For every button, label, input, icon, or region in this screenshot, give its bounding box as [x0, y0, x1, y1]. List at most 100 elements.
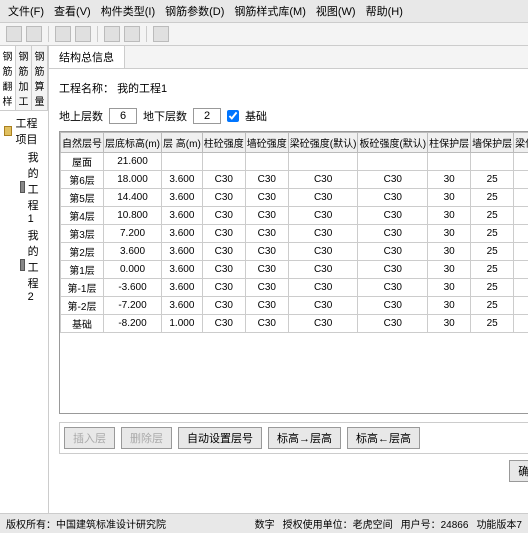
table-cell[interactable]: 30: [428, 189, 471, 207]
height-to-elev-button[interactable]: 标高←层高: [347, 427, 420, 449]
table-row[interactable]: 基础-8.2001.000C30C30C30C3030252515: [61, 315, 528, 333]
table-cell[interactable]: 25: [471, 297, 514, 315]
table-cell[interactable]: 25: [471, 225, 514, 243]
tree-item-project1[interactable]: 我的工程1: [4, 149, 44, 225]
table-cell[interactable]: C30: [202, 171, 245, 189]
table-cell[interactable]: 25: [471, 189, 514, 207]
delete-floor-button[interactable]: 删除层: [121, 427, 172, 449]
table-row[interactable]: 第4层10.8003.600C30C30C30C3030252515: [61, 207, 528, 225]
table-cell[interactable]: 25: [514, 297, 528, 315]
table-cell[interactable]: 3.600: [162, 171, 203, 189]
table-cell[interactable]: 18.000: [104, 171, 162, 189]
menu-viewport[interactable]: 视图(W): [312, 2, 360, 20]
foundation-checkbox[interactable]: [227, 110, 239, 122]
table-cell[interactable]: 30: [428, 207, 471, 225]
table-cell[interactable]: 第-2层: [61, 297, 104, 315]
table-row[interactable]: 第5层14.4003.600C30C30C30C3030252515: [61, 189, 528, 207]
table-cell[interactable]: 30: [428, 279, 471, 297]
table-cell[interactable]: C30: [288, 261, 358, 279]
table-cell[interactable]: 25: [471, 207, 514, 225]
table-cell[interactable]: 25: [514, 279, 528, 297]
table-cell[interactable]: C30: [202, 297, 245, 315]
table-cell[interactable]: -3.600: [104, 279, 162, 297]
floor-table[interactable]: 自然层号层底标高(m)层 高(m)柱砼强度墙砼强度梁砼强度(默认)板砼强度(默认…: [60, 132, 528, 333]
table-cell[interactable]: C30: [288, 315, 358, 333]
table-cell[interactable]: [162, 153, 203, 171]
table-cell[interactable]: 25: [514, 207, 528, 225]
table-cell[interactable]: C30: [288, 189, 358, 207]
above-floors-input[interactable]: [109, 108, 137, 124]
table-cell[interactable]: [288, 153, 358, 171]
table-cell[interactable]: 25: [514, 171, 528, 189]
table-cell[interactable]: C30: [288, 297, 358, 315]
table-cell[interactable]: -7.200: [104, 297, 162, 315]
table-cell[interactable]: [202, 153, 245, 171]
table-cell[interactable]: 第2层: [61, 243, 104, 261]
table-cell[interactable]: C30: [288, 207, 358, 225]
table-cell[interactable]: 7.200: [104, 225, 162, 243]
menu-component[interactable]: 构件类型(I): [97, 2, 159, 20]
table-cell[interactable]: C30: [245, 171, 288, 189]
table-cell[interactable]: 25: [514, 225, 528, 243]
ok-button[interactable]: 确 定: [509, 460, 528, 482]
table-cell[interactable]: 0.000: [104, 261, 162, 279]
tab-structure-info[interactable]: 结构总信息: [49, 46, 125, 68]
table-cell[interactable]: C30: [358, 297, 428, 315]
table-cell[interactable]: C30: [245, 261, 288, 279]
menu-rebar-param[interactable]: 钢筋参数(D): [161, 2, 228, 20]
tree-item-project2[interactable]: 我的工程2: [4, 227, 44, 303]
table-cell[interactable]: C30: [358, 207, 428, 225]
table-cell[interactable]: 3.600: [162, 207, 203, 225]
table-cell[interactable]: C30: [288, 171, 358, 189]
table-cell[interactable]: C30: [202, 225, 245, 243]
table-row[interactable]: 第-2层-7.2003.600C30C30C30C3030252515: [61, 297, 528, 315]
tree-root[interactable]: 工程项目: [4, 115, 44, 147]
table-row[interactable]: 第1层0.0003.600C30C30C30C3030252515: [61, 261, 528, 279]
tool-tree-icon[interactable]: [104, 26, 120, 42]
table-cell[interactable]: [358, 153, 428, 171]
table-cell[interactable]: C30: [245, 225, 288, 243]
table-cell[interactable]: 30: [428, 225, 471, 243]
table-cell[interactable]: 基础: [61, 315, 104, 333]
table-cell[interactable]: C30: [358, 189, 428, 207]
table-cell[interactable]: 第3层: [61, 225, 104, 243]
table-cell[interactable]: -8.200: [104, 315, 162, 333]
table-cell[interactable]: C30: [202, 315, 245, 333]
tool-open-icon[interactable]: [26, 26, 42, 42]
table-cell[interactable]: C30: [245, 189, 288, 207]
table-cell[interactable]: C30: [202, 207, 245, 225]
table-cell[interactable]: 30: [428, 171, 471, 189]
table-row[interactable]: 第2层3.6003.600C30C30C30C3030252515: [61, 243, 528, 261]
table-cell[interactable]: 14.400: [104, 189, 162, 207]
table-cell[interactable]: 25: [514, 261, 528, 279]
table-cell[interactable]: [514, 153, 528, 171]
table-cell[interactable]: 25: [471, 315, 514, 333]
table-cell[interactable]: 1.000: [162, 315, 203, 333]
table-cell[interactable]: C30: [245, 243, 288, 261]
tool-save-icon[interactable]: [55, 26, 71, 42]
table-cell[interactable]: 3.600: [162, 189, 203, 207]
table-cell[interactable]: 第4层: [61, 207, 104, 225]
table-cell[interactable]: C30: [288, 279, 358, 297]
table-cell[interactable]: 第6层: [61, 171, 104, 189]
table-cell[interactable]: C30: [245, 207, 288, 225]
table-cell[interactable]: 屋面: [61, 153, 104, 171]
table-cell[interactable]: 3.600: [104, 243, 162, 261]
table-cell[interactable]: C30: [358, 279, 428, 297]
table-row[interactable]: 第-1层-3.6003.600C30C30C30C3030252515: [61, 279, 528, 297]
table-cell[interactable]: 25: [514, 189, 528, 207]
table-cell[interactable]: 30: [428, 315, 471, 333]
tool-grid-icon[interactable]: [124, 26, 140, 42]
table-cell[interactable]: 3.600: [162, 297, 203, 315]
table-cell[interactable]: 25: [471, 279, 514, 297]
table-cell[interactable]: 25: [471, 171, 514, 189]
tab-rebar-calc[interactable]: 钢筋算量: [32, 46, 48, 110]
table-cell[interactable]: [245, 153, 288, 171]
table-cell[interactable]: 10.800: [104, 207, 162, 225]
table-cell[interactable]: 30: [428, 243, 471, 261]
insert-floor-button[interactable]: 插入层: [64, 427, 115, 449]
table-cell[interactable]: 30: [428, 261, 471, 279]
table-cell[interactable]: [471, 153, 514, 171]
table-cell[interactable]: 25: [514, 243, 528, 261]
table-cell[interactable]: C30: [202, 261, 245, 279]
